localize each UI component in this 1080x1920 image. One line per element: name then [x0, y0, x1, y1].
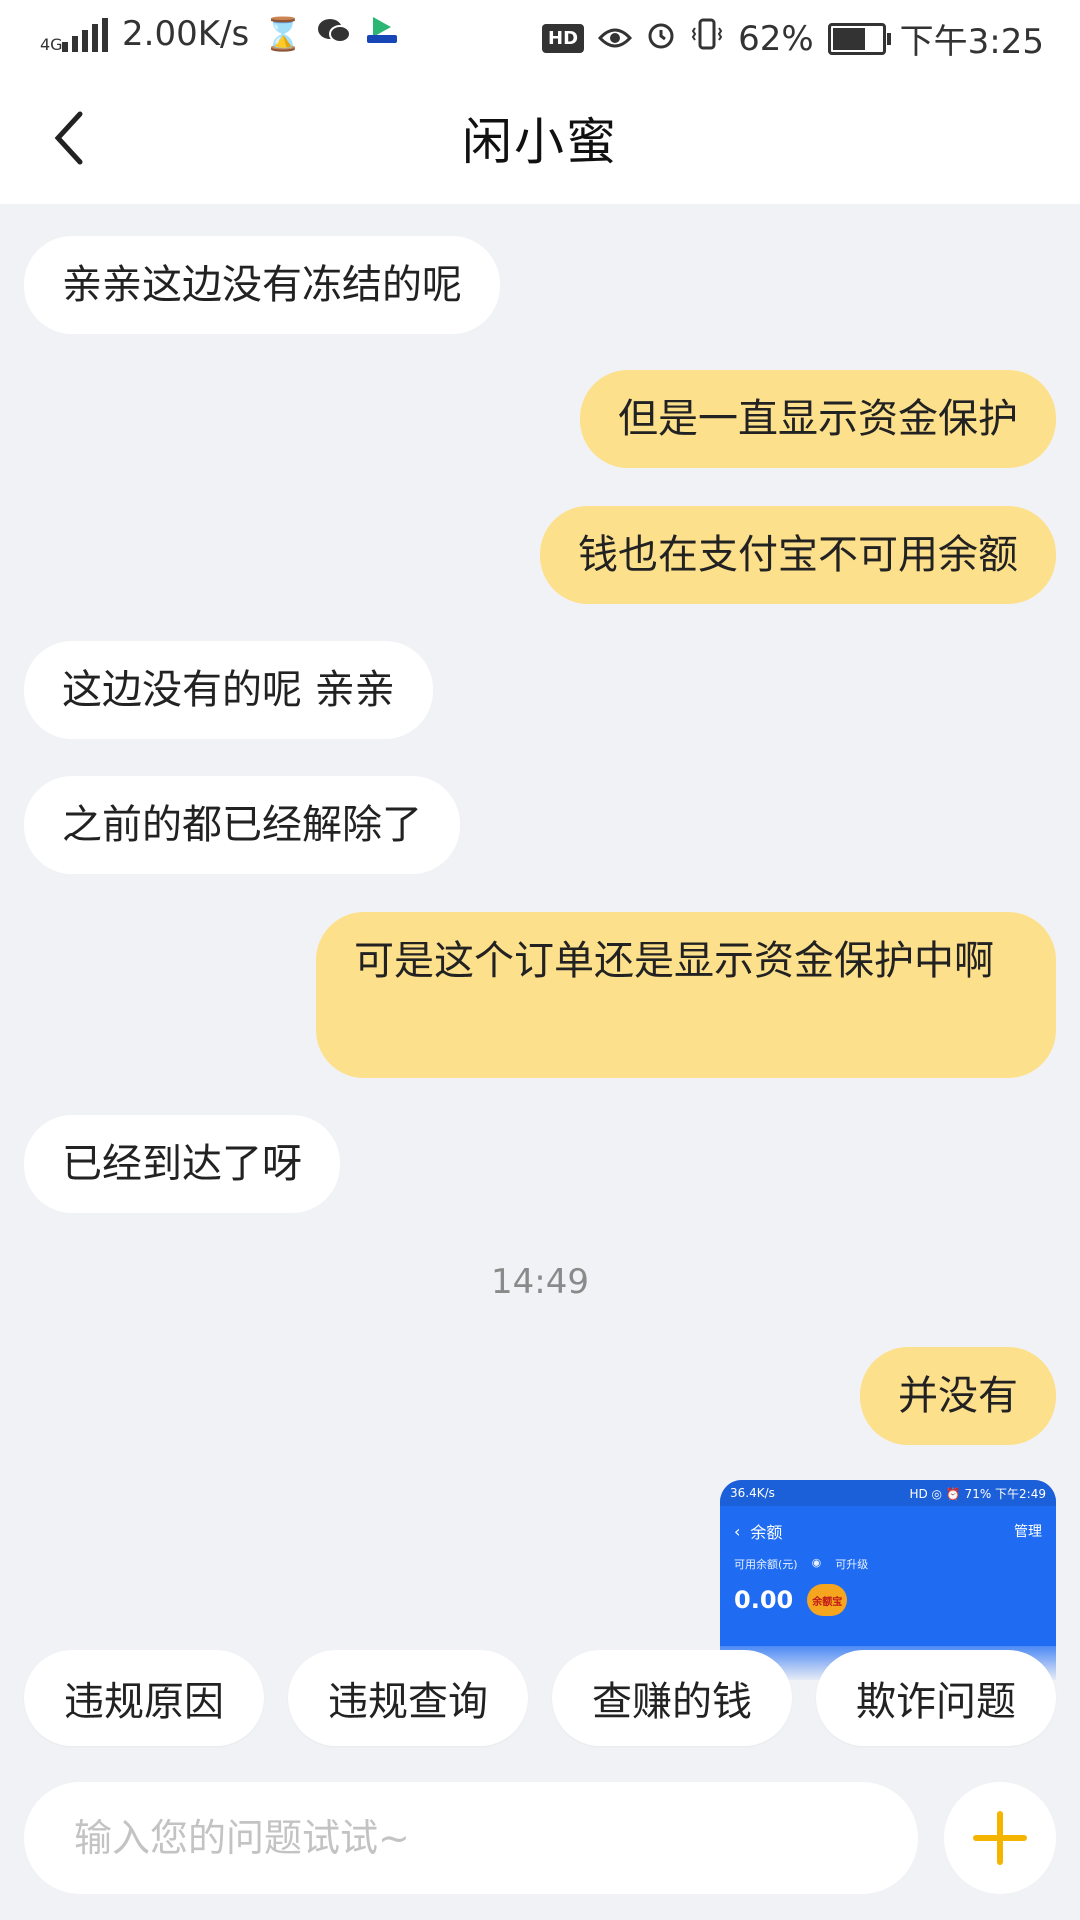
screenshot-upgrade: 可升级 [835, 1558, 869, 1571]
message-timestamp: 14:49 [491, 1262, 589, 1302]
screenshot-status-bar: 36.4K/s HD ◎ ⏰ 71% 下午2:49 [720, 1480, 1056, 1506]
message-bubble-sent: 并没有 [860, 1347, 1056, 1445]
hd-icon: HD [542, 24, 585, 53]
battery-icon [827, 22, 891, 55]
screenshot-amount: 0.00 [734, 1586, 794, 1614]
wechat-icon [317, 14, 352, 54]
message-bubble-received: 亲亲这边没有冻结的呢 [24, 236, 500, 334]
screenshot-back-icon: ‹ [734, 1521, 741, 1541]
quick-reply-chip[interactable]: 违规查询 [288, 1650, 528, 1746]
page-title: 闲小蜜 [462, 113, 618, 171]
screenshot-nav: ‹ 余额 管理 [720, 1506, 1056, 1556]
message-bubble-sent: 可是这个订单还是显示资金保护中啊 [316, 912, 1056, 1078]
message-bubble-sent: 但是一直显示资金保护 [580, 370, 1056, 468]
signal-icon: 4G [40, 16, 108, 54]
message-input[interactable] [72, 1815, 856, 1861]
battery-percent: 62% [738, 18, 814, 59]
screenshot-status-right: HD ◎ ⏰ 71% 下午2:49 [909, 1486, 1046, 1501]
hourglass-icon: ⌛ [263, 15, 304, 53]
screenshot-amount-row: 0.00 余额宝 [720, 1572, 1056, 1628]
network-type: 4G [40, 35, 63, 54]
message-bubble-received: 这边没有的呢 亲亲 [24, 641, 433, 739]
eye-icon [598, 19, 633, 59]
message-bubble-received: 已经到达了呀 [24, 1115, 340, 1213]
screenshot-subrow: 可用余额(元) ◉ 可升级 [720, 1556, 1056, 1572]
alarm-icon [646, 19, 676, 59]
message-bubble-received: 之前的都已经解除了 [24, 776, 460, 874]
quick-reply-chip[interactable]: 违规原因 [24, 1650, 264, 1746]
screenshot-title: 余额 [750, 1523, 783, 1542]
vibrate-icon [690, 18, 724, 59]
chevron-left-icon [54, 111, 83, 165]
screenshot-badge: 余额宝 [807, 1584, 848, 1616]
screenshot-speed: 36.4K/s [730, 1486, 775, 1500]
network-speed: 2.00K/s [122, 14, 250, 54]
message-bubble-sent: 钱也在支付宝不可用余额 [540, 506, 1056, 604]
plus-icon [973, 1811, 1027, 1865]
screenshot-eye-icon: ◉ [811, 1556, 822, 1569]
video-app-icon [365, 14, 399, 54]
back-button[interactable] [48, 102, 120, 174]
status-bar: 4G 2.00K/s ⌛ HD 62% 下午3:25 [0, 0, 1080, 72]
quick-reply-chip[interactable]: 欺诈问题 [816, 1650, 1056, 1746]
quick-reply-chip[interactable]: 查赚的钱 [552, 1650, 792, 1746]
quick-reply-bar: 违规原因 违规查询 查赚的钱 欺诈问题 [24, 1650, 1056, 1746]
add-button[interactable] [944, 1782, 1056, 1894]
message-input-container [24, 1782, 918, 1894]
screenshot-manage: 管理 [1014, 1524, 1042, 1540]
screenshot-available-label: 可用余额(元) [734, 1558, 798, 1571]
chat-header: 闲小蜜 [0, 72, 1080, 204]
clock: 下午3:25 [899, 22, 1044, 62]
